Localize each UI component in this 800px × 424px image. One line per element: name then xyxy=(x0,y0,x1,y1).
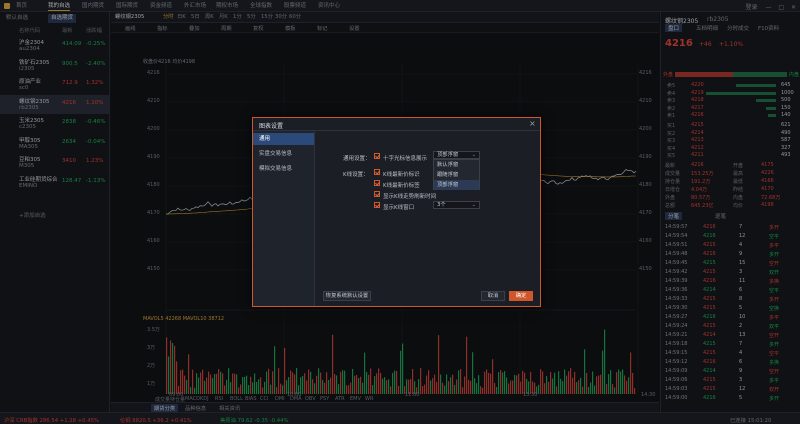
kline-window-label: 显示K线窗口 xyxy=(383,205,415,211)
kline-refresh-time-checkbox[interactable] xyxy=(374,191,380,197)
ok-button[interactable]: 确定 xyxy=(509,291,533,301)
crosshair-dropdown-list[interactable]: 默认浮窗 跟随浮窗 顶部浮窗 xyxy=(433,159,480,190)
kline-latest-price-tag-checkbox[interactable] xyxy=(374,180,380,186)
dialog-close-icon[interactable]: × xyxy=(529,119,536,128)
window-count-value: 3个 xyxy=(437,202,446,208)
chevron-down-icon: ⌄ xyxy=(471,152,476,158)
dropdown-option-follow[interactable]: 跟随浮窗 xyxy=(434,170,479,180)
kline-latest-price-mark-label: K线最新价标识 xyxy=(383,172,420,178)
reset-defaults-button[interactable]: 恢复系统默认设置 xyxy=(323,291,371,301)
kline-settings-label: K线设置： xyxy=(343,172,369,178)
kline-latest-price-mark-checkbox[interactable] xyxy=(374,169,380,175)
kline-latest-price-tag-label: K线最新价标签 xyxy=(383,183,420,189)
dialog-nav-general[interactable]: 通用 xyxy=(253,133,314,145)
dialog-title: 图表设置 xyxy=(259,123,284,130)
kline-refresh-time-label: 显示K线走势刷新时间 xyxy=(383,194,437,200)
crosshair-checkbox[interactable] xyxy=(374,153,380,159)
dropdown-option-default[interactable]: 默认浮窗 xyxy=(434,160,479,170)
dialog-nav-real-trading[interactable]: 实盘交易信息 xyxy=(253,148,314,160)
chart-settings-dialog: 图表设置 × 通用 实盘交易信息 模拟交易信息 通用设置： 十字光标信息展示 顶… xyxy=(252,117,541,307)
general-settings-label: 通用设置： xyxy=(343,156,371,162)
crosshair-label: 十字光标信息展示 xyxy=(383,156,428,162)
window-count-select[interactable]: 3个 ⌄ xyxy=(433,201,480,209)
dialog-nav: 通用 实盘交易信息 模拟交易信息 xyxy=(253,131,315,306)
dropdown-option-top[interactable]: 顶部浮窗 xyxy=(434,180,479,190)
kline-window-checkbox[interactable] xyxy=(374,202,380,208)
cancel-button[interactable]: 取消 xyxy=(481,291,505,301)
dialog-nav-sim-trading[interactable]: 模拟交易信息 xyxy=(253,163,314,175)
crosshair-select[interactable]: 顶部浮窗 ⌄ xyxy=(433,151,480,159)
chevron-down-icon: ⌄ xyxy=(471,202,476,208)
dialog-title-bar: 图表设置 × xyxy=(253,118,540,131)
crosshair-select-value: 顶部浮窗 xyxy=(437,152,459,158)
